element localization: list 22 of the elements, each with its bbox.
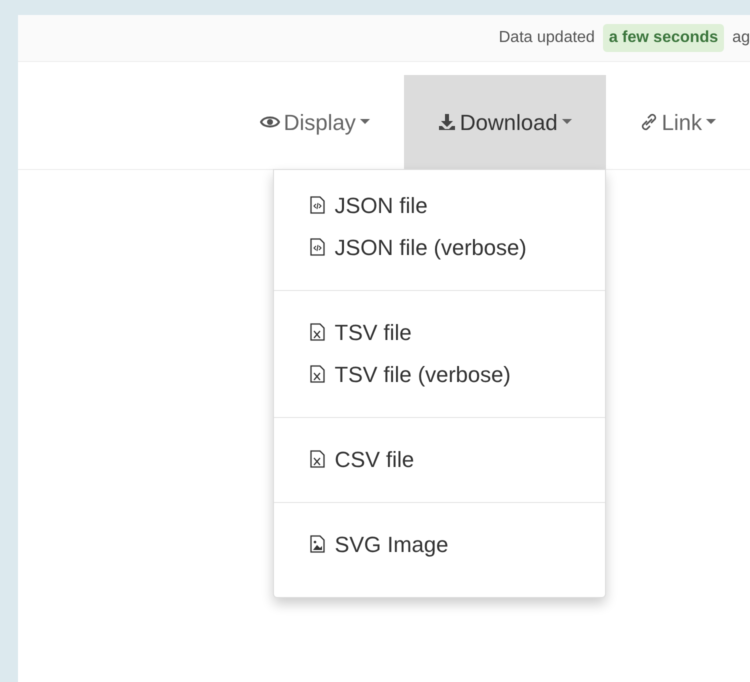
image-file-icon: [310, 535, 326, 553]
caret-icon: [360, 119, 370, 125]
toolbar-dropdown-button[interactable]: Download: [404, 75, 606, 169]
menu-item[interactable]: JSON file (verbose): [274, 226, 605, 268]
menu-item[interactable]: TSV file (verbose): [274, 353, 605, 395]
eye-icon: [260, 115, 280, 129]
download-icon: [438, 113, 456, 131]
code-file-icon: [310, 196, 326, 214]
menu-item[interactable]: JSON file: [274, 184, 605, 226]
spreadsheet-file-icon: [310, 365, 326, 383]
time-badge: a few seconds: [602, 24, 724, 52]
status-suffix: ag: [732, 28, 750, 48]
spreadsheet-file-icon: [310, 323, 326, 341]
status-text: Data updated: [498, 28, 595, 48]
menu-item[interactable]: CSV file: [274, 438, 605, 480]
link-icon: [640, 113, 658, 131]
menu-item[interactable]: TSV file: [274, 311, 605, 353]
caret-icon: [562, 119, 572, 125]
code-file-icon: [310, 238, 326, 256]
spreadsheet-file-icon: [310, 450, 326, 468]
menu-item[interactable]: SVG Image: [274, 523, 605, 565]
caret-icon: [706, 119, 716, 125]
